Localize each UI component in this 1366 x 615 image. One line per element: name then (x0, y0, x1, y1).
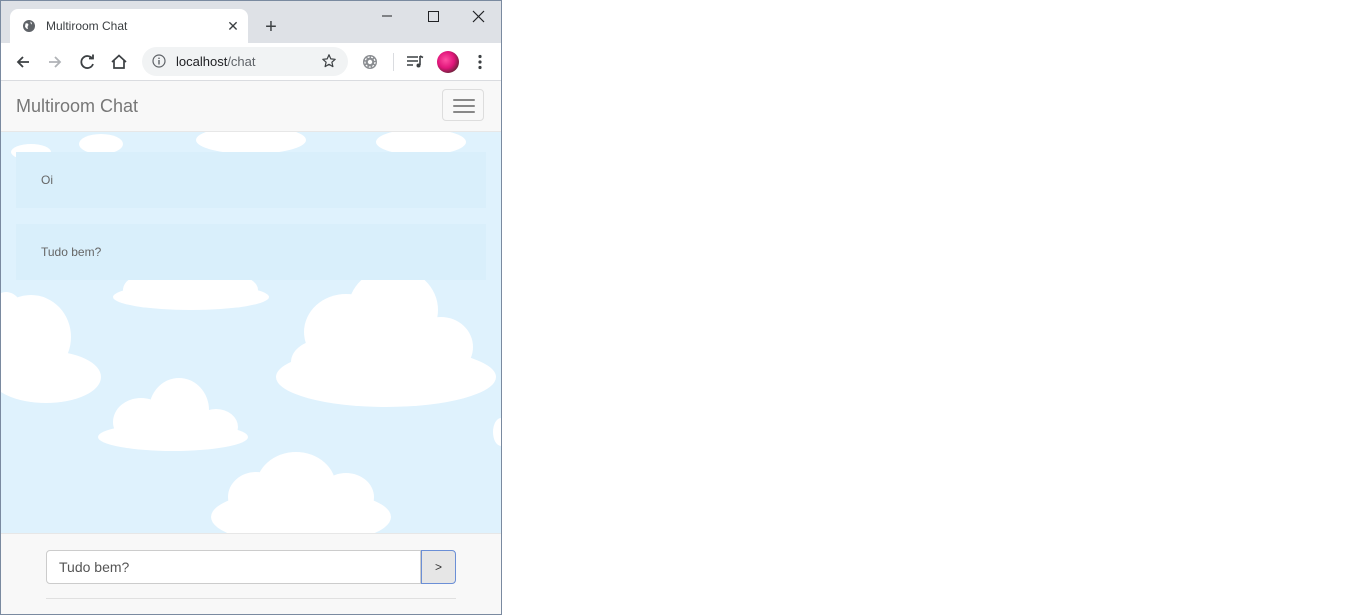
forward-arrow-icon[interactable] (44, 51, 66, 73)
chat-message-text: Oi (41, 173, 53, 187)
browser-toolbar: localhost/chat (1, 43, 501, 81)
tab-title: Multiroom Chat (46, 19, 128, 33)
message-input[interactable] (46, 550, 421, 584)
back-arrow-icon[interactable] (12, 51, 34, 73)
reload-icon[interactable] (76, 51, 98, 73)
home-icon[interactable] (108, 51, 130, 73)
chat-area: Oi Tudo bem? (1, 132, 501, 533)
new-tab-button[interactable]: + (261, 17, 281, 37)
footer-divider (46, 598, 456, 599)
chat-message: Oi (16, 152, 486, 208)
chat-message: Tudo bem? (16, 224, 486, 280)
close-icon[interactable] (463, 5, 493, 27)
url-text: localhost/chat (176, 54, 256, 69)
brand-title[interactable]: Multiroom Chat (16, 96, 138, 117)
url-path: /chat (227, 54, 256, 69)
tab-strip: Multiroom Chat ✕ + (1, 1, 501, 43)
toolbar-divider (393, 53, 394, 71)
globe-icon (23, 20, 35, 32)
hamburger-icon[interactable] (442, 89, 484, 121)
tab-multiroom-chat[interactable]: Multiroom Chat ✕ (10, 9, 248, 43)
media-queue-icon[interactable] (404, 51, 426, 73)
maximize-icon[interactable] (418, 5, 448, 27)
composer-footer: > (1, 533, 501, 614)
app-navbar: Multiroom Chat (1, 81, 501, 132)
gear-icon[interactable] (359, 51, 381, 73)
star-icon[interactable] (321, 53, 337, 69)
url-host: localhost (176, 54, 228, 69)
chat-message-text: Tudo bem? (41, 245, 102, 259)
address-bar[interactable]: localhost/chat (142, 47, 348, 76)
info-icon[interactable] (152, 54, 166, 68)
kebab-menu-icon[interactable] (469, 51, 491, 73)
minimize-icon[interactable] (372, 5, 402, 27)
tab-close-icon[interactable]: ✕ (224, 17, 242, 35)
profile-avatar[interactable] (437, 51, 459, 73)
browser-window: Multiroom Chat ✕ + localhost/chat Multir… (0, 0, 502, 615)
send-button[interactable]: > (421, 550, 456, 584)
